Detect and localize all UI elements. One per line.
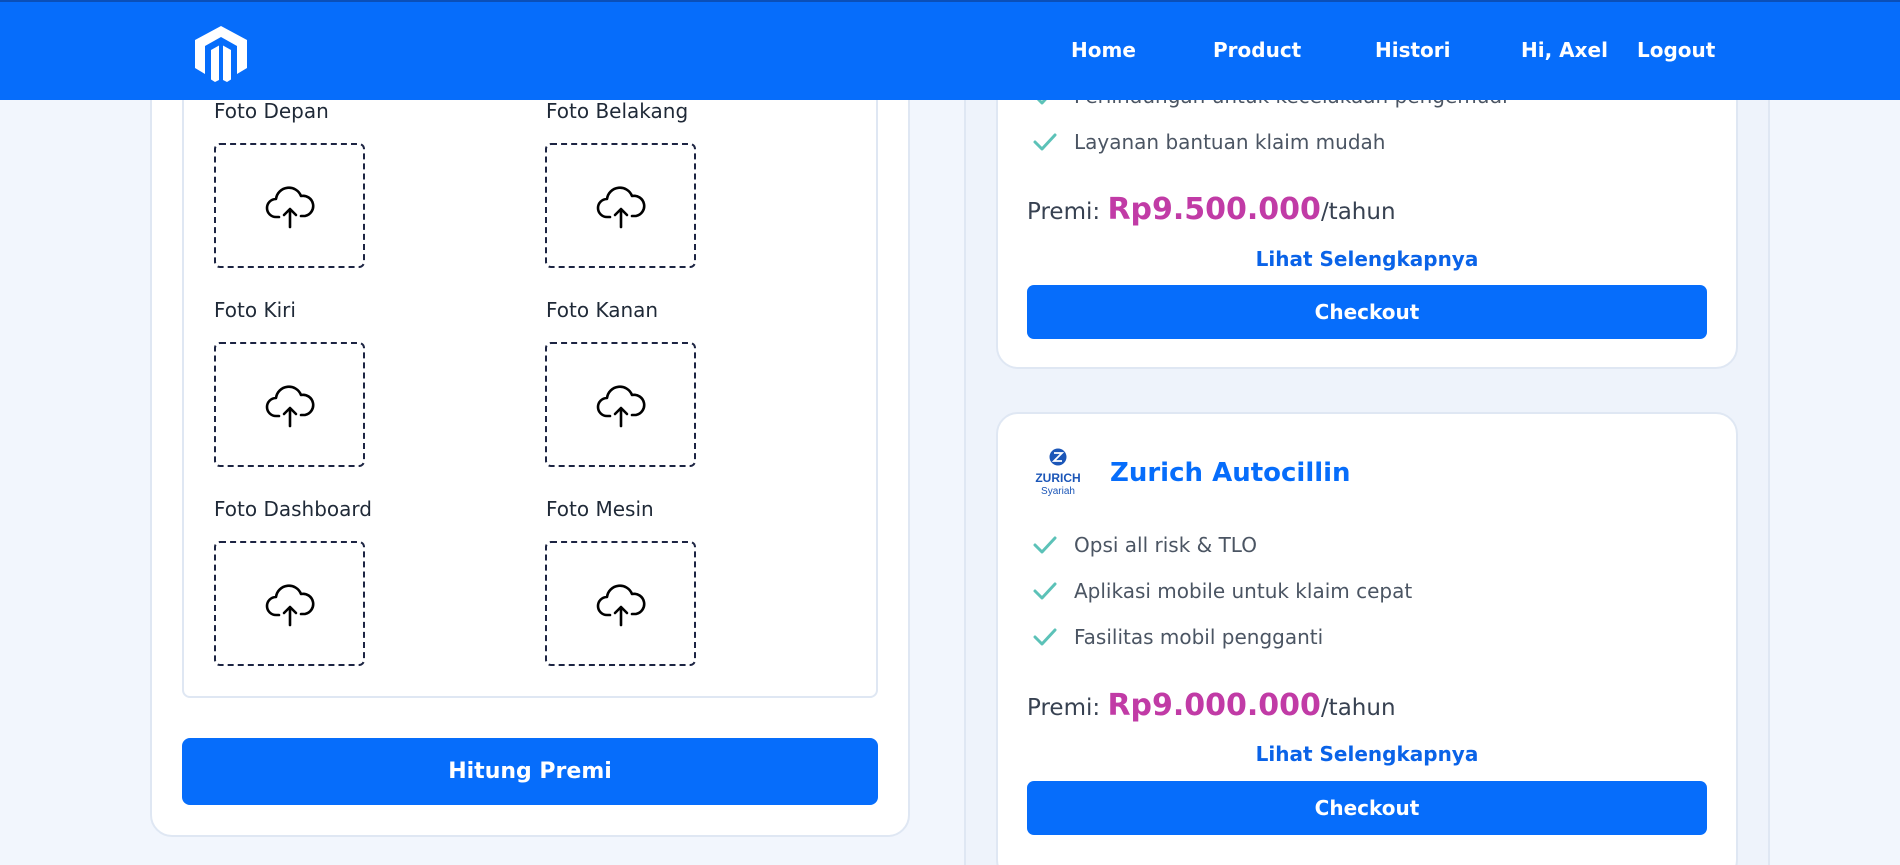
premium-price: Premi: Rp9.000.000/tahun	[1027, 688, 1396, 723]
zurich-logo-sub: Syariah	[1041, 486, 1075, 497]
cloud-upload-icon	[265, 583, 314, 626]
feature-item: Fasilitas mobil pengganti	[1032, 625, 1323, 649]
feature-text: Aplikasi mobile untuk klaim cepat	[1074, 579, 1413, 603]
feature-text: Layanan bantuan klaim mudah	[1074, 130, 1386, 154]
price-period: /tahun	[1320, 199, 1396, 225]
nav-logout[interactable]: Logout	[1637, 38, 1715, 62]
product-title: Zurich Autocillin	[1110, 458, 1351, 488]
feature-text: Fasilitas mobil pengganti	[1074, 625, 1324, 649]
cloud-upload-icon	[596, 583, 645, 626]
cloud-upload-icon	[596, 384, 645, 427]
upload-foto-kanan[interactable]	[545, 342, 696, 467]
zurich-logo: ZURICH Syariah	[1035, 448, 1081, 497]
feature-item: Layanan bantuan klaim mudah	[1032, 130, 1385, 154]
feature-item: Opsi all risk & TLO	[1032, 533, 1257, 557]
see-more-link[interactable]: Lihat Selengkapnya	[1027, 742, 1707, 766]
check-icon	[1033, 628, 1057, 646]
zurich-logo-text: ZURICH	[1035, 471, 1080, 485]
cloud-upload-icon	[265, 384, 314, 427]
label-foto-kiri: Foto Kiri	[214, 298, 296, 322]
check-icon	[1033, 582, 1057, 600]
label-foto-mesin: Foto Mesin	[546, 497, 654, 521]
nav-home[interactable]: Home	[1071, 38, 1136, 62]
cloud-upload-icon	[265, 185, 314, 228]
premi-label: Premi:	[1027, 695, 1101, 721]
label-foto-dashboard: Foto Dashboard	[214, 497, 372, 521]
see-more-link[interactable]: Lihat Selengkapnya	[1027, 247, 1707, 271]
feature-item: Aplikasi mobile untuk klaim cepat	[1032, 579, 1412, 603]
nav-product[interactable]: Product	[1213, 38, 1301, 62]
brand-logo-icon[interactable]	[193, 24, 249, 82]
upload-foto-depan[interactable]	[214, 143, 365, 268]
hitung-premi-button[interactable]: Hitung Premi	[182, 738, 878, 805]
upload-foto-dashboard[interactable]	[214, 541, 365, 666]
checkout-button[interactable]: Checkout	[1027, 781, 1707, 835]
price-period: /tahun	[1320, 695, 1396, 721]
premium-price: Premi: Rp9.500.000/tahun	[1027, 192, 1396, 227]
upload-foto-kiri[interactable]	[214, 342, 365, 467]
check-icon	[1033, 133, 1057, 151]
upload-foto-mesin[interactable]	[545, 541, 696, 666]
check-icon	[1033, 536, 1057, 554]
label-foto-belakang: Foto Belakang	[546, 99, 689, 123]
price-value: Rp9.500.000	[1107, 192, 1321, 227]
navbar: Home Product Histori Hi, Axel Logout	[0, 0, 1900, 100]
nav-user-greeting[interactable]: Hi, Axel	[1521, 38, 1608, 62]
premi-label: Premi:	[1027, 199, 1101, 225]
price-value: Rp9.000.000	[1107, 688, 1321, 723]
label-foto-depan: Foto Depan	[214, 99, 329, 123]
upload-foto-belakang[interactable]	[545, 143, 696, 268]
cloud-upload-icon	[596, 185, 645, 228]
nav-histori[interactable]: Histori	[1375, 38, 1451, 62]
checkout-button[interactable]: Checkout	[1027, 285, 1707, 339]
label-foto-kanan: Foto Kanan	[546, 298, 659, 322]
feature-text: Opsi all risk & TLO	[1074, 533, 1257, 557]
